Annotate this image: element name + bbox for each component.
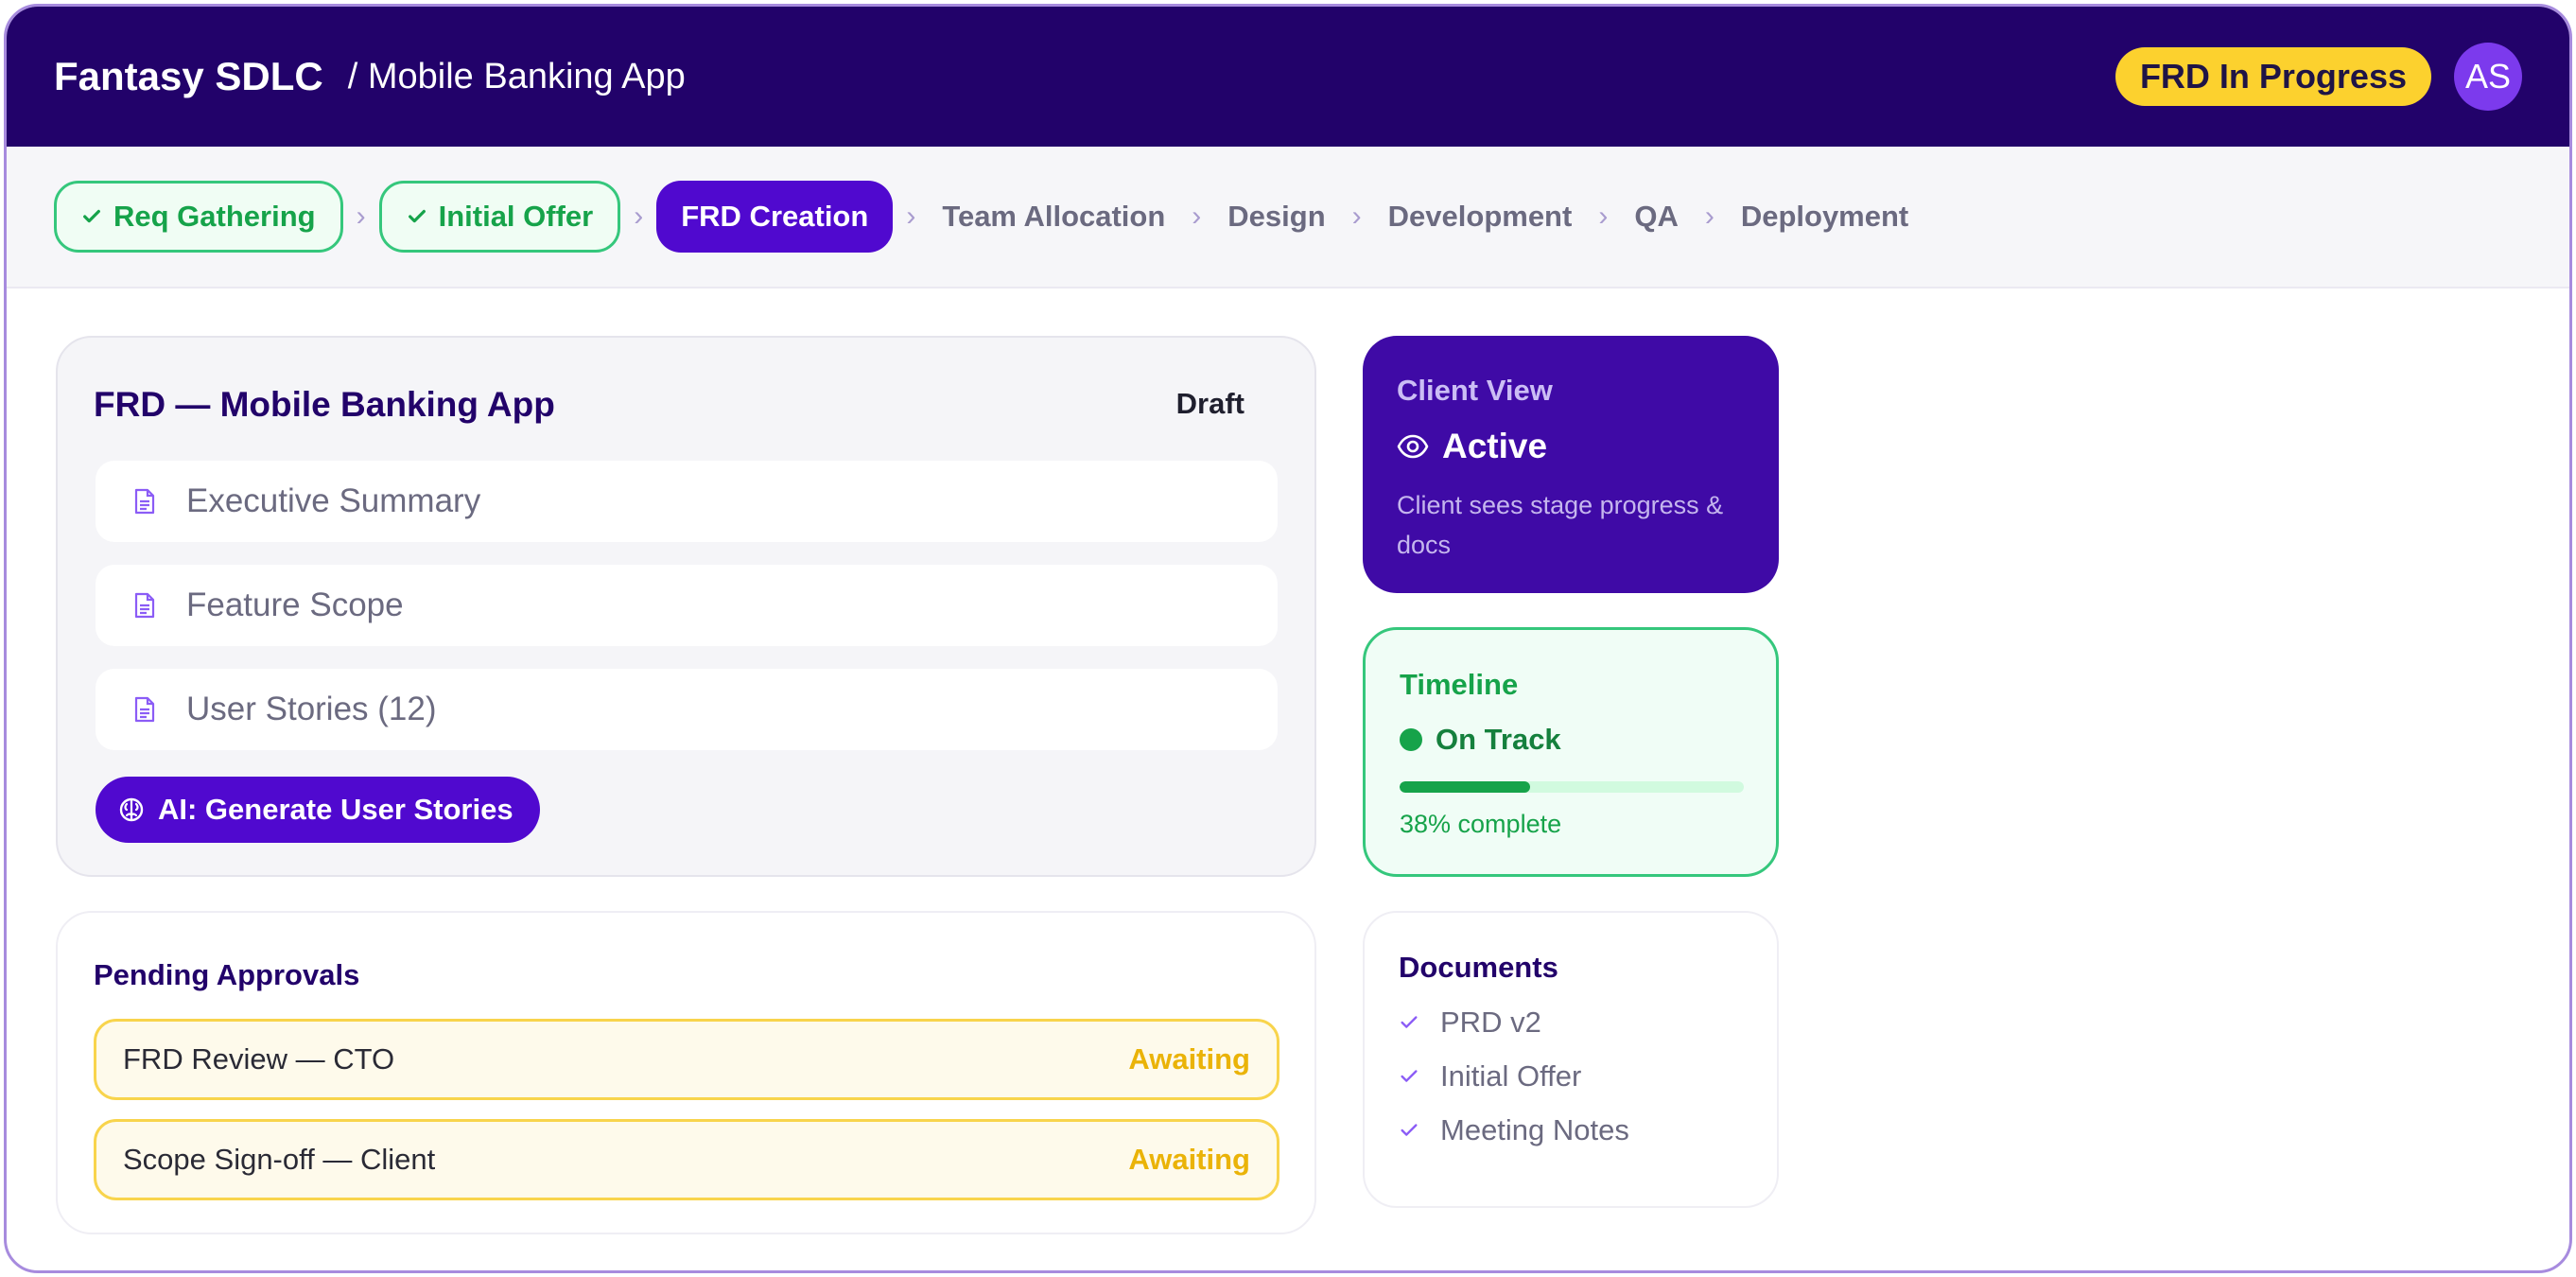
ai-generate-user-stories-button[interactable]: AI: Generate User Stories [96, 777, 540, 843]
frd-card: FRD — Mobile Banking App Draft Executive… [56, 336, 1316, 877]
step-team-allocation[interactable]: Team Allocation [929, 181, 1178, 253]
step-label: Initial Offer [438, 200, 594, 233]
check-icon [1401, 1069, 1418, 1082]
chevron-right-icon: › [906, 201, 916, 232]
documents-title: Documents [1399, 951, 1558, 984]
timeline-card: Timeline On Track 38% complete [1363, 627, 1779, 877]
client-view-description: Client sees stage progress & docs [1397, 491, 1724, 559]
timeline-title: Timeline [1400, 668, 1519, 701]
document-label: PRD v2 [1440, 1005, 1541, 1039]
chevron-right-icon: › [1598, 201, 1609, 232]
draft-badge: Draft [1175, 387, 1244, 420]
document-icon [134, 488, 155, 515]
progress-label: 38% complete [1400, 810, 1562, 838]
ai-button-label: AI: Generate User Stories [158, 793, 513, 826]
app-brand[interactable]: Fantasy SDLC [54, 54, 323, 99]
document-label: Meeting Notes [1440, 1112, 1629, 1146]
step-label: FRD Creation [681, 200, 869, 233]
approval-status: Awaiting [1128, 1042, 1250, 1076]
frd-section-feature-scope[interactable]: Feature Scope [96, 565, 1278, 646]
step-qa[interactable]: QA [1621, 181, 1692, 253]
check-icon [1401, 1015, 1418, 1028]
step-label: QA [1634, 200, 1679, 233]
step-label: Req Gathering [113, 200, 316, 233]
chevron-right-icon: › [1351, 201, 1362, 232]
step-development[interactable]: Development [1375, 181, 1586, 253]
document-label: Initial Offer [1440, 1058, 1582, 1093]
pending-approvals-card: Pending Approvals FRD Review — CTO Await… [56, 911, 1316, 1234]
avatar[interactable]: AS [2454, 43, 2522, 111]
app-window: Fantasy SDLC / Mobile Banking App FRD In… [4, 4, 2572, 1273]
breadcrumb[interactable]: / Mobile Banking App [348, 57, 686, 97]
progress-bar [1400, 781, 1744, 793]
check-icon [83, 209, 100, 223]
timeline-status: On Track [1400, 723, 1742, 757]
document-icon [134, 592, 155, 619]
document-icon [134, 696, 155, 723]
frd-title: FRD — Mobile Banking App [94, 385, 555, 424]
stage-stepper: Req Gathering › Initial Offer › FRD Crea… [7, 147, 2569, 289]
step-label: Development [1387, 200, 1573, 233]
approval-status: Awaiting [1128, 1143, 1250, 1176]
timeline-status-label: On Track [1436, 723, 1561, 756]
step-initial-offer[interactable]: Initial Offer [378, 181, 621, 253]
eye-icon [1397, 434, 1429, 459]
header-right: FRD In Progress AS [2115, 43, 2522, 111]
chevron-right-icon: › [1192, 201, 1202, 232]
approval-item-frd-review[interactable]: FRD Review — CTO Awaiting [94, 1019, 1279, 1100]
client-view-card[interactable]: Client View Active Client sees stage pro… [1363, 336, 1779, 593]
step-label: Design [1227, 200, 1326, 233]
step-req-gathering[interactable]: Req Gathering [54, 181, 343, 253]
approval-label: FRD Review — CTO [123, 1042, 395, 1076]
section-label: Executive Summary [186, 482, 481, 519]
chevron-right-icon: › [356, 201, 366, 232]
approvals-title: Pending Approvals [94, 958, 360, 991]
frd-section-executive-summary[interactable]: Executive Summary [96, 461, 1278, 542]
approval-item-scope-signoff[interactable]: Scope Sign-off — Client Awaiting [94, 1119, 1279, 1200]
client-status-label: Active [1442, 427, 1548, 465]
step-label: Deployment [1740, 200, 1909, 233]
progress-bar-fill [1400, 781, 1531, 793]
brain-icon [119, 797, 144, 822]
top-bar: Fantasy SDLC / Mobile Banking App FRD In… [7, 7, 2569, 147]
documents-card: Documents PRD v2 Initial Offer Meeting N… [1363, 911, 1779, 1208]
check-icon [408, 209, 426, 223]
frd-section-user-stories[interactable]: User Stories (12) [96, 669, 1278, 750]
document-item-initial-offer[interactable]: Initial Offer [1399, 1059, 1743, 1093]
step-design[interactable]: Design [1214, 181, 1338, 253]
section-label: User Stories (12) [186, 691, 437, 727]
document-item-prd[interactable]: PRD v2 [1399, 1006, 1743, 1039]
client-view-title: Client View [1397, 374, 1553, 407]
chevron-right-icon: › [634, 201, 644, 232]
status-dot-icon [1400, 728, 1422, 751]
step-label: Team Allocation [942, 200, 1166, 233]
document-item-meeting-notes[interactable]: Meeting Notes [1399, 1113, 1743, 1146]
section-label: Feature Scope [186, 586, 404, 623]
check-icon [1401, 1123, 1418, 1136]
step-deployment[interactable]: Deployment [1728, 181, 1922, 253]
status-badge: FRD In Progress [2115, 47, 2431, 106]
approval-label: Scope Sign-off — Client [123, 1143, 436, 1176]
step-frd-creation[interactable]: FRD Creation [656, 181, 894, 253]
client-view-status: Active [1397, 427, 1745, 466]
chevron-right-icon: › [1704, 201, 1714, 232]
